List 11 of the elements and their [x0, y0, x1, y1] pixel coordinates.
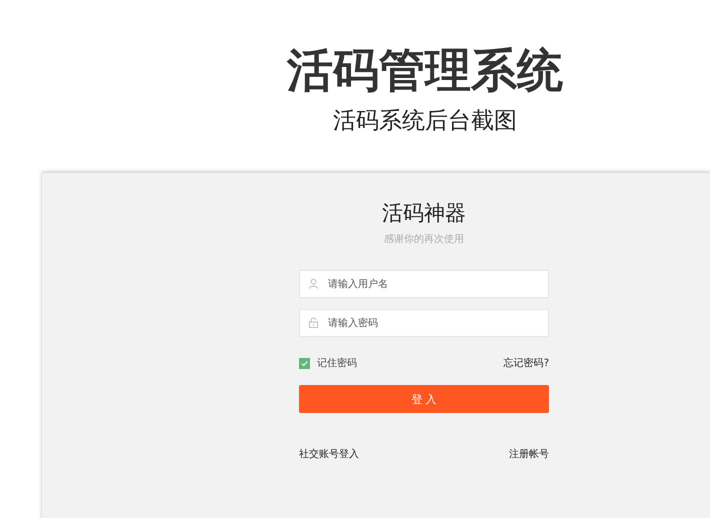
- username-field[interactable]: 请输入用户名: [299, 270, 549, 298]
- headline: 活码管理系统: [287, 42, 563, 98]
- social-login-link[interactable]: 社交账号登入: [299, 447, 359, 461]
- remember-label: 记住密码: [317, 356, 357, 370]
- password-field[interactable]: 请输入密码: [299, 309, 549, 337]
- register-link[interactable]: 注册帐号: [509, 447, 549, 461]
- subheadline: 活码系统后台截图: [333, 107, 517, 136]
- forgot-password-link[interactable]: 忘记密码?: [504, 356, 549, 370]
- remember-checkbox[interactable]: [299, 358, 310, 368]
- login-title: 活码神器: [382, 200, 466, 227]
- login-subtitle: 感谢你的再次使用: [384, 233, 464, 247]
